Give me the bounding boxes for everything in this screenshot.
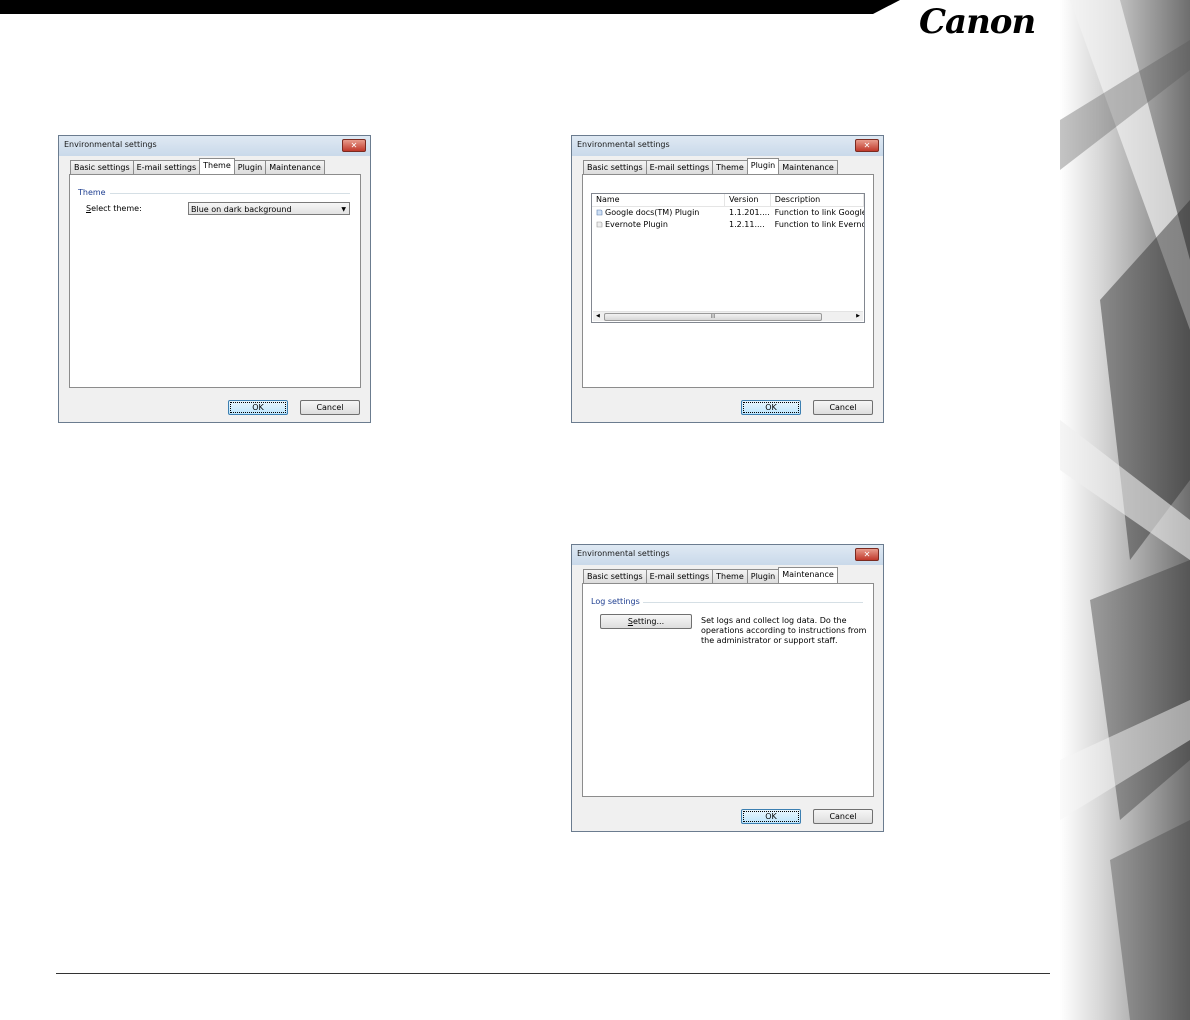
header-bar bbox=[0, 0, 900, 14]
plugin-panel: Name Version Description Google docs(TM)… bbox=[582, 174, 874, 388]
footer-divider bbox=[56, 973, 1050, 974]
plugin-icon bbox=[596, 221, 603, 228]
group-label-theme: Theme bbox=[78, 188, 106, 197]
close-icon[interactable]: ✕ bbox=[855, 548, 879, 561]
scrollbar-thumb[interactable]: III bbox=[604, 313, 822, 321]
tab-plugin[interactable]: Plugin bbox=[233, 160, 267, 174]
theme-settings-dialog: Environmental settings ✕ Basic settings … bbox=[58, 135, 371, 423]
dialog-title: Environmental settings bbox=[577, 549, 670, 558]
chevron-down-icon: ▼ bbox=[341, 206, 346, 213]
close-icon[interactable]: ✕ bbox=[855, 139, 879, 152]
horizontal-scrollbar[interactable]: ◀ III ▶ bbox=[593, 311, 863, 321]
tab-basic-settings[interactable]: Basic settings bbox=[70, 160, 134, 174]
theme-select-value: Blue on dark background bbox=[191, 205, 292, 214]
tab-email-settings[interactable]: E-mail settings bbox=[132, 160, 201, 174]
plugin-list[interactable]: Name Version Description Google docs(TM)… bbox=[591, 193, 865, 323]
ok-button[interactable]: OK bbox=[741, 809, 801, 824]
plugin-name: Google docs(TM) Plugin bbox=[605, 208, 700, 217]
ok-button[interactable]: OK bbox=[741, 400, 801, 415]
maintenance-panel: Log settings Setting... Set logs and col… bbox=[582, 583, 874, 797]
plugin-settings-dialog: Environmental settings ✕ Basic settings … bbox=[571, 135, 884, 423]
cancel-button[interactable]: Cancel bbox=[813, 400, 873, 415]
column-header-version[interactable]: Version bbox=[725, 194, 771, 206]
list-item[interactable]: Google docs(TM) Plugin 1.1.201.... Funct… bbox=[592, 207, 864, 219]
tab-maintenance[interactable]: Maintenance bbox=[265, 160, 325, 174]
scroll-left-icon[interactable]: ◀ bbox=[596, 312, 600, 321]
tab-strip: Basic settings E-mail settings Theme Plu… bbox=[70, 158, 325, 174]
tab-basic-settings[interactable]: Basic settings bbox=[583, 569, 647, 583]
tab-theme[interactable]: Theme bbox=[712, 569, 748, 583]
maintenance-settings-dialog: Environmental settings ✕ Basic settings … bbox=[571, 544, 884, 832]
list-item[interactable]: Evernote Plugin 1.2.11.... Function to l… bbox=[592, 219, 864, 231]
plugin-version: 1.2.11.... bbox=[729, 220, 765, 229]
plugin-description: Function to link Evernot bbox=[774, 220, 864, 229]
dialog-title: Environmental settings bbox=[577, 140, 670, 149]
theme-select[interactable]: Blue on dark background ▼ bbox=[188, 202, 350, 215]
tab-email-settings[interactable]: E-mail settings bbox=[645, 160, 714, 174]
tab-maintenance[interactable]: Maintenance bbox=[778, 160, 838, 174]
plugin-name: Evernote Plugin bbox=[605, 220, 668, 229]
select-theme-label: Select theme: bbox=[86, 204, 142, 213]
cancel-button[interactable]: Cancel bbox=[813, 809, 873, 824]
list-header: Name Version Description bbox=[592, 194, 864, 207]
scroll-right-icon[interactable]: ▶ bbox=[856, 312, 860, 321]
close-icon[interactable]: ✕ bbox=[342, 139, 366, 152]
canon-logo: Canon bbox=[919, 2, 1036, 42]
column-header-description[interactable]: Description bbox=[771, 194, 864, 206]
group-label-log-settings: Log settings bbox=[591, 597, 640, 606]
plugin-description: Function to link Google bbox=[774, 208, 864, 217]
plugin-version: 1.1.201.... bbox=[729, 208, 770, 217]
theme-panel: Theme Select theme: Blue on dark backgro… bbox=[69, 174, 361, 388]
tab-theme[interactable]: Theme bbox=[199, 158, 235, 174]
tab-plugin[interactable]: Plugin bbox=[746, 569, 780, 583]
tab-strip: Basic settings E-mail settings Theme Plu… bbox=[583, 567, 838, 583]
dialog-title: Environmental settings bbox=[64, 140, 157, 149]
tab-basic-settings[interactable]: Basic settings bbox=[583, 160, 647, 174]
tab-maintenance[interactable]: Maintenance bbox=[778, 567, 838, 583]
tab-strip: Basic settings E-mail settings Theme Plu… bbox=[583, 158, 838, 174]
plugin-icon bbox=[596, 209, 603, 216]
group-divider bbox=[643, 602, 863, 603]
tab-email-settings[interactable]: E-mail settings bbox=[645, 569, 714, 583]
log-settings-description: Set logs and collect log data. Do the op… bbox=[701, 616, 867, 645]
tab-plugin[interactable]: Plugin bbox=[746, 158, 780, 174]
column-header-name[interactable]: Name bbox=[592, 194, 725, 206]
log-setting-button[interactable]: Setting... bbox=[600, 614, 692, 629]
decorative-side-graphic bbox=[1060, 0, 1190, 1020]
ok-button[interactable]: OK bbox=[228, 400, 288, 415]
group-divider bbox=[110, 193, 350, 194]
cancel-button[interactable]: Cancel bbox=[300, 400, 360, 415]
tab-theme[interactable]: Theme bbox=[712, 160, 748, 174]
